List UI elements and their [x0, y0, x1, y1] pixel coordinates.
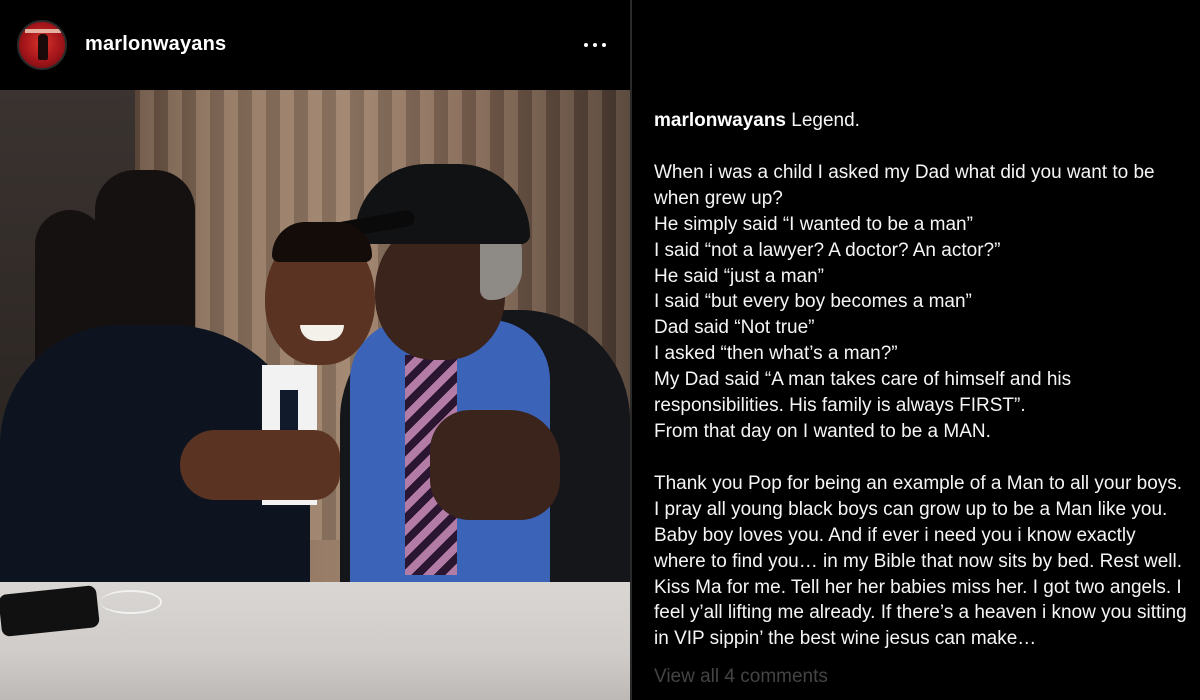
caption-line: When i was a child I asked my Dad what d… — [654, 161, 1155, 209]
photo-person-left-hand — [180, 430, 340, 500]
caption-first-text: Legend. — [791, 110, 860, 131]
photo-person-left-hair — [272, 222, 372, 262]
caption-line: I said “but every boy becomes a man” — [654, 291, 972, 313]
caption: marlonwayans Legend. When i was a child … — [654, 108, 1189, 652]
caption-line: He simply said “I wanted to be a man” — [654, 213, 973, 235]
post-photo[interactable] — [0, 90, 630, 700]
caption-line: Dad said “Not true” — [654, 317, 815, 339]
view-all-comments-link[interactable]: View all 4 comments — [654, 666, 828, 688]
post-header: marlonwayans — [0, 0, 630, 90]
caption-line: My Dad said “A man takes care of himself… — [654, 369, 1072, 417]
avatar-band — [25, 29, 61, 33]
caption-line: From that day on I wanted to be a MAN. — [654, 420, 991, 442]
caption-line: I asked “then what’s a man?” — [654, 343, 898, 365]
more-dot-icon — [593, 43, 597, 47]
more-dot-icon — [602, 43, 606, 47]
post-media-panel: marlonwayans — [0, 0, 630, 700]
caption-line: I said “not a lawyer? A doctor? An actor… — [654, 239, 1001, 261]
caption-paragraph: Thank you Pop for being an example of a … — [654, 472, 1187, 650]
more-options-button[interactable] — [577, 30, 613, 60]
profile-avatar[interactable] — [17, 20, 67, 70]
caption-first-line: marlonwayans Legend. — [654, 108, 1189, 134]
caption-panel: marlonwayans Legend. When i was a child … — [632, 0, 1200, 700]
caption-username[interactable]: marlonwayans — [654, 110, 786, 131]
avatar-figure — [38, 34, 48, 60]
caption-line: He said “just a man” — [654, 265, 825, 287]
post-username[interactable]: marlonwayans — [85, 33, 226, 56]
photo-person-right-hand — [430, 410, 560, 520]
photo-earbuds — [100, 590, 162, 614]
more-dot-icon — [584, 43, 588, 47]
